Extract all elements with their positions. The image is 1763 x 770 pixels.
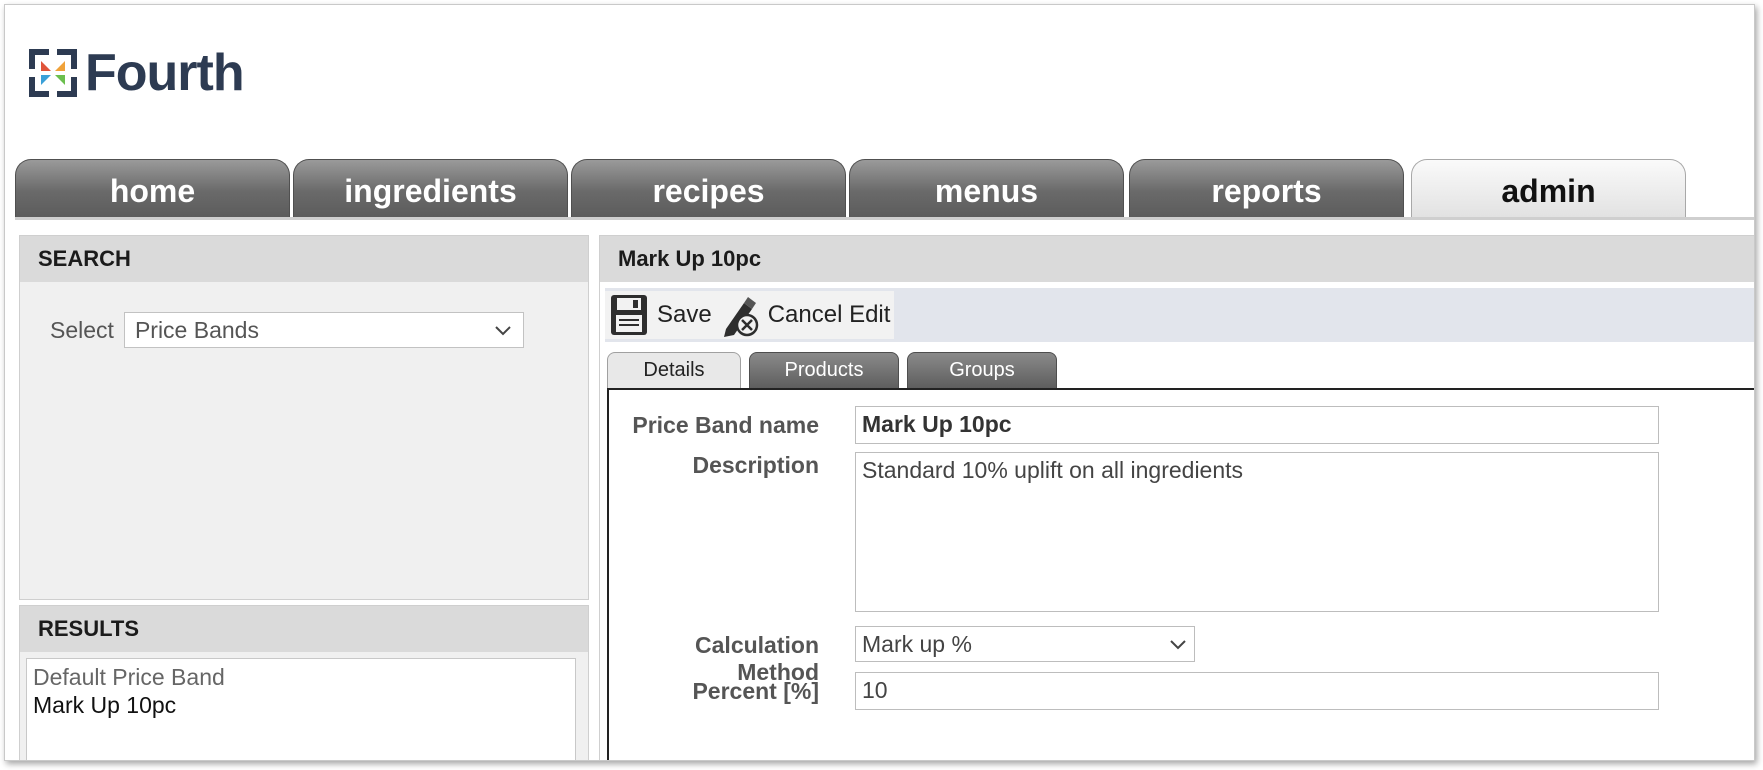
detail-subtabs: Details Products Groups	[607, 352, 1065, 388]
search-header: SEARCH	[20, 236, 588, 282]
results-header: RESULTS	[20, 606, 588, 652]
tab-products[interactable]: Products	[749, 352, 899, 388]
fourth-logo-icon	[29, 49, 77, 97]
cancel-edit-icon	[723, 297, 758, 337]
search-type-select[interactable]: Price Bands	[123, 312, 524, 348]
brand-logo: Fourth	[27, 44, 245, 102]
list-item[interactable]: Mark Up 10pc	[33, 691, 569, 719]
description-field[interactable]: Standard 10% uplift on all ingredients	[855, 452, 1659, 612]
nav-divider	[15, 217, 1754, 220]
calculation-method-value: Mark up %	[862, 630, 972, 657]
brand-name: Fourth	[85, 44, 245, 102]
percent-label: Percent [%]	[692, 678, 819, 704]
save-label: Save	[657, 301, 712, 328]
main-nav: home ingredients recipes menus reports a…	[15, 159, 1754, 217]
chevron-down-icon	[495, 326, 511, 336]
cancel-edit-button[interactable]: Cancel Edit	[715, 291, 895, 339]
tab-home[interactable]: home	[15, 159, 290, 217]
search-panel: SEARCH Select Price Bands	[19, 235, 589, 600]
detail-toolbar: Save Cancel Edit	[605, 288, 1754, 342]
percent-field[interactable]: 10	[855, 672, 1659, 710]
price-band-name-label: Price Band name	[632, 412, 819, 438]
select-label: Select	[50, 316, 114, 343]
tab-groups[interactable]: Groups	[907, 352, 1057, 388]
chevron-down-icon	[1170, 640, 1186, 650]
detail-panel: Mark Up 10pc Save Cancel Edit Details Pr…	[599, 235, 1754, 760]
calculation-method-select[interactable]: Mark up %	[855, 626, 1195, 662]
cancel-edit-label: Cancel Edit	[767, 301, 891, 328]
description-label: Description	[692, 452, 819, 478]
search-select-row: Select Price Bands	[50, 312, 524, 348]
list-item[interactable]: Default Price Band	[33, 663, 569, 691]
tab-details[interactable]: Details	[607, 352, 741, 388]
details-form: Price Band name Mark Up 10pc Description…	[607, 388, 1754, 760]
results-list: Default Price Band Mark Up 10pc	[26, 658, 576, 760]
tab-admin[interactable]: admin	[1411, 159, 1686, 217]
tab-ingredients[interactable]: ingredients	[293, 159, 568, 217]
tab-recipes[interactable]: recipes	[571, 159, 846, 217]
price-band-name-field[interactable]: Mark Up 10pc	[855, 406, 1659, 444]
results-panel: RESULTS Default Price Band Mark Up 10pc	[19, 605, 589, 760]
save-button[interactable]: Save	[605, 291, 716, 339]
app-window: Fourth home ingredients recipes menus re…	[4, 4, 1755, 761]
detail-title: Mark Up 10pc	[600, 236, 1754, 282]
tab-menus[interactable]: menus	[849, 159, 1124, 217]
save-icon	[611, 295, 647, 335]
select-value: Price Bands	[134, 316, 259, 343]
tab-reports[interactable]: reports	[1129, 159, 1404, 217]
